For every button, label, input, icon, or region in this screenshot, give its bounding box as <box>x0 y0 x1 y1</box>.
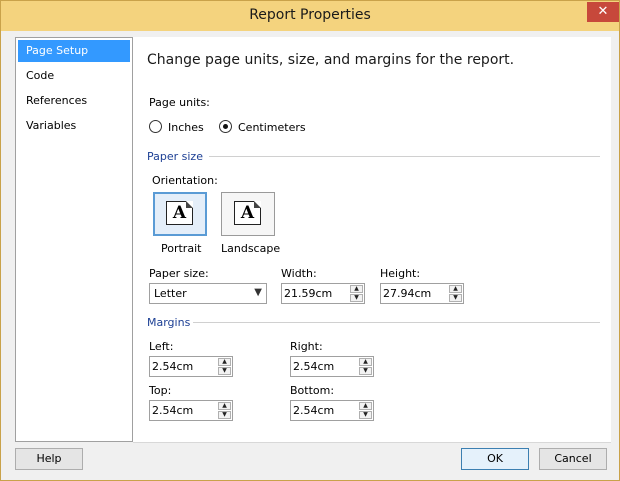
width-value: 21.59cm <box>284 287 333 300</box>
dialog-client-area: Page Setup Code References Variables Cha… <box>9 31 611 473</box>
bottom-margin-increase-icon[interactable]: ▲ <box>359 402 372 410</box>
width-stepper[interactable]: 21.59cm ▲ ▼ <box>281 283 365 304</box>
ok-button[interactable]: OK <box>461 448 529 470</box>
margins-group-title: Margins <box>147 316 191 329</box>
left-margin-increase-icon[interactable]: ▲ <box>218 358 231 366</box>
inches-radio-label[interactable]: Inches <box>168 121 204 134</box>
panel-heading: Change page units, size, and margins for… <box>147 52 515 68</box>
title-bar[interactable]: Report Properties ✕ <box>1 1 619 31</box>
height-decrease-icon[interactable]: ▼ <box>449 294 462 302</box>
margins-group-divider <box>193 322 600 323</box>
portrait-button[interactable]: A <box>153 192 207 236</box>
nav-item-page-setup[interactable]: Page Setup <box>18 40 130 62</box>
bottom-margin-label: Bottom: <box>290 384 335 397</box>
right-margin-decrease-icon[interactable]: ▼ <box>359 367 372 375</box>
nav-item-references[interactable]: References <box>18 90 130 112</box>
page-setup-panel: Change page units, size, and margins for… <box>133 37 611 442</box>
right-margin-value: 2.54cm <box>293 360 335 373</box>
height-value: 27.94cm <box>383 287 432 300</box>
bottom-margin-stepper[interactable]: 2.54cm ▲ ▼ <box>290 400 374 421</box>
chevron-down-icon: ▼ <box>254 287 262 298</box>
close-button[interactable]: ✕ <box>587 2 619 22</box>
left-margin-stepper[interactable]: 2.54cm ▲ ▼ <box>149 356 233 377</box>
report-properties-dialog: Report Properties ✕ Page Setup Code Refe… <box>0 0 620 481</box>
bottom-margin-decrease-icon[interactable]: ▼ <box>359 411 372 419</box>
left-margin-decrease-icon[interactable]: ▼ <box>218 367 231 375</box>
left-margin-label: Left: <box>149 340 174 353</box>
height-increase-icon[interactable]: ▲ <box>449 285 462 293</box>
cancel-button[interactable]: Cancel <box>539 448 607 470</box>
page-units-label: Page units: <box>149 96 210 109</box>
inches-radio[interactable] <box>149 120 162 133</box>
height-stepper[interactable]: 27.94cm ▲ ▼ <box>380 283 464 304</box>
help-button[interactable]: Help <box>15 448 83 470</box>
paper-size-group-title: Paper size <box>147 150 203 163</box>
height-label: Height: <box>380 267 421 280</box>
landscape-label[interactable]: Landscape <box>221 242 280 255</box>
width-decrease-icon[interactable]: ▼ <box>350 294 363 302</box>
top-margin-value: 2.54cm <box>152 404 194 417</box>
top-margin-increase-icon[interactable]: ▲ <box>218 402 231 410</box>
radio-checked-dot <box>223 124 228 129</box>
top-margin-label: Top: <box>149 384 172 397</box>
nav-item-variables[interactable]: Variables <box>18 115 130 137</box>
paper-size-label: Paper size: <box>149 267 209 280</box>
top-margin-stepper[interactable]: 2.54cm ▲ ▼ <box>149 400 233 421</box>
right-margin-increase-icon[interactable]: ▲ <box>359 358 372 366</box>
dialog-title: Report Properties <box>249 7 371 23</box>
paper-size-dropdown[interactable]: Letter ▼ <box>149 283 267 304</box>
landscape-button[interactable]: A <box>221 192 275 236</box>
nav-item-code[interactable]: Code <box>18 65 130 87</box>
right-margin-stepper[interactable]: 2.54cm ▲ ▼ <box>290 356 374 377</box>
portrait-page-icon: A <box>166 201 193 225</box>
width-increase-icon[interactable]: ▲ <box>350 285 363 293</box>
landscape-page-icon: A <box>234 201 261 225</box>
centimeters-radio[interactable] <box>219 120 232 133</box>
category-nav: Page Setup Code References Variables <box>15 37 133 442</box>
bottom-margin-value: 2.54cm <box>293 404 335 417</box>
left-margin-value: 2.54cm <box>152 360 194 373</box>
centimeters-radio-label[interactable]: Centimeters <box>238 121 306 134</box>
top-margin-decrease-icon[interactable]: ▼ <box>218 411 231 419</box>
portrait-label[interactable]: Portrait <box>161 242 201 255</box>
paper-size-value: Letter <box>154 287 187 300</box>
paper-size-group-divider <box>209 156 600 157</box>
width-label: Width: <box>281 267 317 280</box>
right-margin-label: Right: <box>290 340 323 353</box>
close-icon: ✕ <box>597 4 609 19</box>
orientation-label: Orientation: <box>152 174 218 187</box>
footer-divider <box>133 442 611 443</box>
